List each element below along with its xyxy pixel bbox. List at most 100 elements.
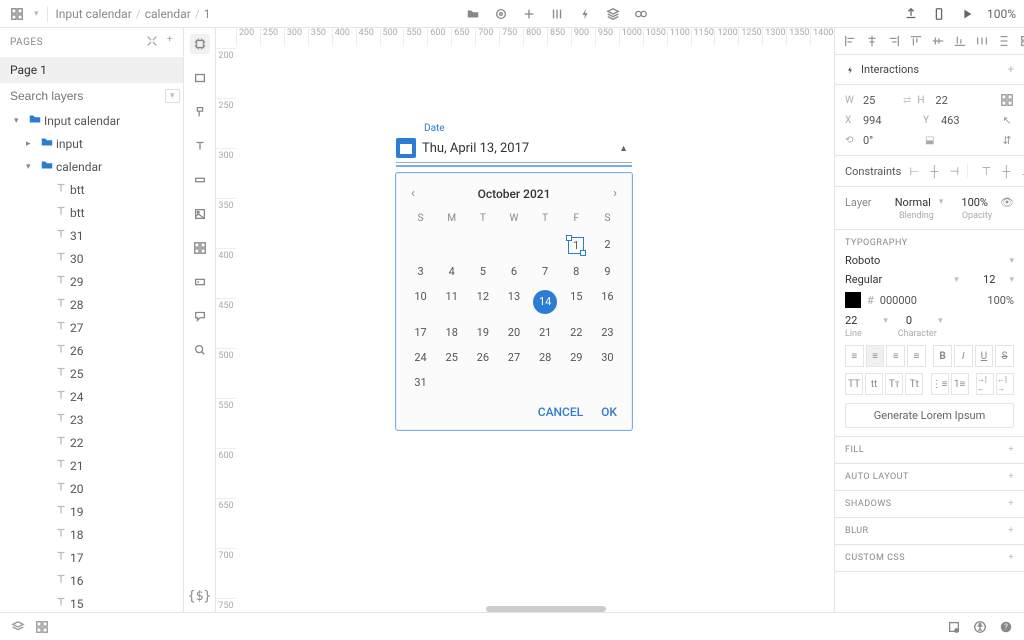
canvas[interactable]: 2002503003504004505005506006507007508008… (216, 28, 834, 612)
search-input[interactable] (10, 89, 165, 103)
lock-aspect-icon[interactable]: ⇄ (903, 95, 911, 106)
color-opacity-input[interactable]: 100% (987, 294, 1014, 307)
list-number[interactable]: 1≡ (951, 373, 969, 395)
case-title[interactable]: Tᴛ (885, 373, 903, 395)
layers-panel-icon[interactable] (10, 619, 26, 635)
add-page-icon[interactable]: + (167, 34, 173, 51)
input-tool[interactable] (190, 272, 210, 292)
calendar-day[interactable]: 28 (530, 345, 561, 370)
underline-button[interactable]: U (975, 345, 994, 367)
height-input[interactable]: 22 (935, 94, 969, 107)
cancel-button[interactable]: CANCEL (538, 405, 583, 419)
calendar-day[interactable]: 12 (467, 284, 498, 320)
layer-item[interactable]: 31 (0, 224, 183, 247)
text-tool[interactable] (190, 136, 210, 156)
add-shadow-icon[interactable]: + (1008, 499, 1014, 509)
image-tool[interactable] (190, 204, 210, 224)
layer-item[interactable]: ▾Input calendar (0, 109, 183, 132)
text-color-swatch[interactable] (845, 292, 861, 308)
align-left-icon[interactable] (843, 34, 857, 48)
layer-item[interactable]: 24 (0, 385, 183, 408)
app-menu-icon[interactable] (8, 5, 26, 23)
align-vcenter-icon[interactable] (931, 34, 945, 48)
component-tool[interactable] (190, 238, 210, 258)
case-lower[interactable]: tt (865, 373, 883, 395)
calendar-day[interactable]: 10 (405, 284, 436, 320)
list-bullet[interactable]: ⋮≡ (931, 373, 949, 395)
search-tool[interactable] (190, 340, 210, 360)
constraint-right-icon[interactable]: ⊣ (947, 164, 961, 178)
help-icon[interactable]: ? (998, 619, 1014, 635)
next-month-icon[interactable]: › (613, 186, 617, 201)
case-sentence[interactable]: Tt (905, 373, 923, 395)
settings-icon[interactable] (493, 6, 509, 22)
grid-panel-icon[interactable] (34, 619, 50, 635)
device-icon[interactable] (931, 6, 947, 22)
align-bottom-icon[interactable] (953, 34, 967, 48)
y-input[interactable]: 463 (941, 114, 975, 127)
align-hcenter-icon[interactable] (865, 34, 879, 48)
arrows-icon[interactable] (521, 6, 537, 22)
paint-tool[interactable] (190, 102, 210, 122)
line-height-input[interactable]: 22 (845, 314, 857, 327)
code-tool[interactable]: {$} (190, 586, 210, 606)
blending-select[interactable]: Normal (895, 196, 931, 209)
calendar-day[interactable]: 22 (561, 320, 592, 345)
calendar-day[interactable]: 17 (405, 320, 436, 345)
text-align-center[interactable]: ≡ (866, 345, 885, 367)
calendar-day[interactable]: 3 (405, 259, 436, 284)
layer-item[interactable]: 22 (0, 431, 183, 454)
add-interaction-icon[interactable]: + (1008, 63, 1014, 76)
divider-tool[interactable] (190, 170, 210, 190)
x-input[interactable]: 994 (863, 114, 897, 127)
export-icon[interactable] (903, 6, 919, 22)
calendar-day[interactable]: 23 (592, 320, 623, 345)
rtl-button[interactable]: →|← (976, 373, 994, 395)
case-upper[interactable]: TT (845, 373, 863, 395)
comment-tool[interactable] (190, 306, 210, 326)
weight-select[interactable]: Regular (845, 273, 882, 286)
layer-item[interactable]: 20 (0, 477, 183, 500)
calendar-day[interactable]: 16 (592, 284, 623, 320)
calendar-day[interactable]: 30 (592, 345, 623, 370)
zoom-level[interactable]: 100% (987, 7, 1016, 21)
calendar-day[interactable]: 9 (592, 259, 623, 284)
constraint-middle-icon[interactable]: ┼ (999, 164, 1013, 178)
rotation-input[interactable]: 0° (863, 134, 897, 147)
bold-button[interactable]: B (933, 345, 952, 367)
page-item[interactable]: Page 1 (0, 57, 183, 83)
dropdown-arrow-icon[interactable]: ▲ (619, 143, 628, 154)
italic-button[interactable]: I (954, 345, 973, 367)
ok-button[interactable]: OK (601, 405, 617, 419)
calendar-day[interactable]: 15 (561, 284, 592, 320)
layers-icon[interactable] (605, 6, 621, 22)
accessibility-icon[interactable] (972, 619, 988, 635)
calendar-day[interactable]: 1 (561, 232, 592, 259)
calendar-day[interactable]: 25 (436, 345, 467, 370)
calendar-day[interactable]: 24 (405, 345, 436, 370)
layer-item[interactable]: btt (0, 178, 183, 201)
dist-v-icon[interactable] (997, 34, 1011, 48)
dimension-icon[interactable] (1000, 93, 1014, 107)
folder-icon[interactable] (465, 6, 481, 22)
calendar-day[interactable]: 19 (467, 320, 498, 345)
char-spacing-input[interactable]: 0 (906, 314, 912, 327)
font-select[interactable]: Roboto (845, 254, 880, 267)
add-blur-icon[interactable]: + (1008, 526, 1014, 536)
layer-item[interactable]: ▾calendar (0, 155, 183, 178)
calendar-day[interactable]: 6 (498, 259, 529, 284)
position-icon[interactable]: ↖ (1000, 113, 1014, 127)
bolt-icon[interactable] (577, 6, 593, 22)
add-css-icon[interactable]: + (1008, 553, 1014, 563)
text-align-justify[interactable]: ≡ (907, 345, 926, 367)
layer-item[interactable]: 29 (0, 270, 183, 293)
calendar-day[interactable]: 18 (436, 320, 467, 345)
add-auto-layout-icon[interactable]: + (1008, 472, 1014, 482)
layer-item[interactable]: 18 (0, 523, 183, 546)
layer-item[interactable]: 17 (0, 546, 183, 569)
date-field[interactable]: Thu, April 13, 2017 ▲ (396, 136, 632, 163)
calendar-day[interactable]: 8 (561, 259, 592, 284)
calendar-day[interactable]: 20 (498, 320, 529, 345)
columns-icon[interactable] (549, 6, 565, 22)
layer-item[interactable]: ▸input (0, 132, 183, 155)
